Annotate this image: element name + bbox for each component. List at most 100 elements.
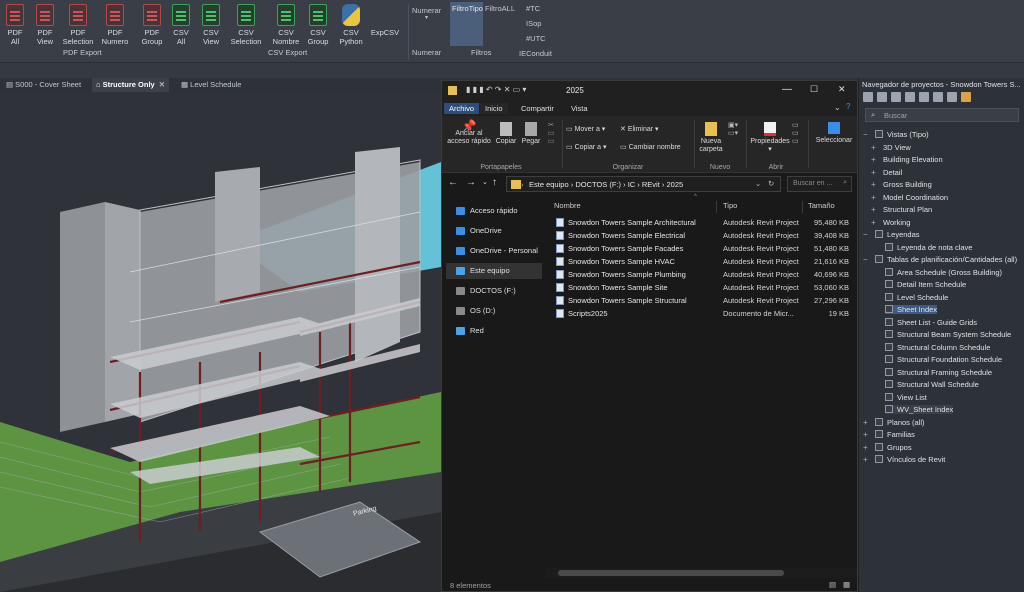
tree-item-detail[interactable]: + Detail <box>871 168 902 177</box>
browser-search-input[interactable]: ⌕ Buscar <box>865 108 1019 122</box>
tree-item-planos-all[interactable]: + Planos (all) <box>863 417 925 427</box>
address-bar[interactable]: › Este equipo › DOCTOS (F:) › IC › REvit… <box>506 176 781 192</box>
tree-item-leyenda-de-nota-clave[interactable]: Leyenda de nota clave <box>885 242 972 252</box>
nav-item-onedrive-personal[interactable]: OneDrive - Personal <box>446 243 542 259</box>
file-row[interactable]: Snowdon Towers Sample Structural Autodesk… <box>550 294 855 307</box>
pin-quick-access-button[interactable]: 📌 Anclar al acceso rápido <box>444 120 494 146</box>
nav-item-red[interactable]: Red <box>446 323 542 339</box>
ribbon-button-csv-view[interactable]: CSV View <box>196 2 226 46</box>
link-icon[interactable] <box>961 92 971 102</box>
tree-item-detail-item-schedule[interactable]: Detail Item Schedule <box>885 280 966 289</box>
tree-item-structural-beam-system-schedule[interactable]: Structural Beam System Schedule <box>885 330 1011 339</box>
tree-item-working[interactable]: + Working <box>871 218 910 227</box>
expand-icon[interactable]: + <box>863 455 868 464</box>
tree-item-area-schedule-gross-building[interactable]: Area Schedule (Gross Building) <box>885 267 1002 277</box>
collapse-icon[interactable]: − <box>863 130 868 139</box>
refresh-icon[interactable]: ↻ <box>768 179 774 188</box>
file-row[interactable]: Snowdon Towers Sample HVAC Autodesk Revit… <box>550 255 855 268</box>
expand-icon[interactable]: + <box>871 193 876 202</box>
large-icons-view-icon[interactable]: ▦ <box>843 580 850 589</box>
expand-icon[interactable]: + <box>863 418 868 427</box>
nav-item-os-d-[interactable]: OS (D:) <box>446 303 542 319</box>
ribbon-button-pdf-all[interactable]: PDF All <box>0 2 30 46</box>
open-icon[interactable]: ▭ ▭ ▭ <box>792 122 799 146</box>
cut-icon[interactable]: ✂ ▭ ▭ <box>546 122 556 146</box>
tree-item-structural-foundation-schedule[interactable]: Structural Foundation Schedule <box>885 355 1002 364</box>
expand-icon[interactable]: + <box>871 143 876 152</box>
tree-item-structural-plan[interactable]: + Structural Plan <box>871 205 932 214</box>
ribbon-button-pdf-numero[interactable]: PDF Numero <box>100 2 130 46</box>
rename-button[interactable]: ▭ Cambiar nombre <box>620 144 681 152</box>
copy-button[interactable]: Copiar <box>494 122 518 146</box>
select-button[interactable]: Seleccionar <box>812 122 856 145</box>
file-row[interactable]: Snowdon Towers Sample Site Autodesk Revit… <box>550 281 855 294</box>
expand-icon[interactable]: + <box>863 443 868 452</box>
tab-inicio[interactable]: Inicio <box>480 103 508 114</box>
tree-item-vistas-tipo[interactable]: − Vistas (Tipo) <box>863 130 929 139</box>
browser-tool-icon[interactable] <box>919 92 929 102</box>
expand-icon[interactable]: + <box>871 155 876 164</box>
browser-tool-icon[interactable] <box>891 92 901 102</box>
breadcrumb-doctos[interactable]: DOCTOS (F:) <box>575 180 621 189</box>
nav-item-doctos-f-[interactable]: DOCTOS (F:) <box>446 283 542 299</box>
file-row[interactable]: Snowdon Towers Sample Electrical Autodesk… <box>550 229 855 242</box>
column-header-name[interactable]: Nombre <box>554 201 581 210</box>
tree-item-grupos[interactable]: + Grupos <box>863 442 912 452</box>
ribbon-button-pdf-group[interactable]: PDF Group <box>137 2 167 46</box>
ribbon-button-pdf-view[interactable]: PDF View <box>30 2 60 46</box>
horizontal-scrollbar[interactable] <box>546 568 857 578</box>
collapse-icon[interactable]: − <box>863 230 868 239</box>
breadcrumb-revit[interactable]: REvit <box>642 180 660 189</box>
help-icon[interactable]: ? <box>846 102 850 111</box>
breadcrumb-este-equipo[interactable]: Este equipo <box>529 180 569 189</box>
expand-icon[interactable]: + <box>863 430 868 439</box>
file-row[interactable]: Snowdon Towers Sample Architectural Autod… <box>550 216 855 229</box>
ribbon-button-csv-python[interactable]: CSV Python <box>336 2 366 46</box>
tab-archivo[interactable]: Archivo <box>444 103 480 114</box>
ribbon-button-csv-group[interactable]: CSV Group <box>303 2 333 46</box>
file-row[interactable]: Snowdon Towers Sample Facades Autodesk Re… <box>550 242 855 255</box>
breadcrumb-ic[interactable]: IC <box>628 180 636 189</box>
tree-item-sheet-list-guide-grids[interactable]: Sheet List - Guide Grids <box>885 317 977 327</box>
chevron-down-icon[interactable]: ▾ <box>425 14 428 21</box>
tab-structure-only[interactable]: ⌂ Structure Only ✕ <box>92 78 170 92</box>
tree-item-view-list[interactable]: View List <box>885 392 927 402</box>
browser-tool-icon[interactable] <box>905 92 915 102</box>
new-folder-button[interactable]: Nueva carpeta <box>696 122 726 154</box>
maximize-button[interactable]: ☐ <box>810 84 818 95</box>
tree-item-wv-sheet-index[interactable]: WV_Sheet Index <box>885 405 954 414</box>
column-divider[interactable] <box>802 201 803 213</box>
tree-item-structural-wall-schedule[interactable]: Structural Wall Schedule <box>885 380 979 389</box>
nav-item-este-equipo[interactable]: Este equipo <box>446 263 542 279</box>
column-divider[interactable] <box>716 201 717 213</box>
tree-item-building-elevation[interactable]: + Building Elevation <box>871 155 943 164</box>
filtro-tipo-button[interactable]: FiltroTipo <box>452 4 483 13</box>
ribbon-button-csv-all[interactable]: CSV All <box>166 2 196 46</box>
chevron-down-icon[interactable]: ⌄ <box>755 179 761 188</box>
quick-access-toolbar[interactable]: ▮ ▮ ▮ ↶ ↷ ✕ ▭ ▾ <box>466 85 526 94</box>
delete-button[interactable]: ✕ Eliminar ▾ <box>620 126 659 134</box>
tree-item-structural-column-schedule[interactable]: Structural Column Schedule <box>885 342 990 352</box>
minimize-button[interactable]: — <box>782 84 792 95</box>
chevron-down-icon[interactable]: ⌄ <box>834 103 841 112</box>
tree-item-level-schedule[interactable]: Level Schedule <box>885 292 948 302</box>
filter-item-tc[interactable]: #TC <box>526 4 540 13</box>
column-header-size[interactable]: Tamaño <box>808 201 835 210</box>
new-item-icon[interactable]: ▣▾ ▭▾ <box>728 122 738 138</box>
back-arrow-icon[interactable]: ← <box>448 177 458 188</box>
scrollbar-thumb[interactable] <box>558 570 784 576</box>
tree-item-structural-framing-schedule[interactable]: Structural Framing Schedule <box>885 367 992 377</box>
tab-cover-sheet[interactable]: ▤ S000 - Cover Sheet <box>2 78 85 92</box>
nav-item-onedrive[interactable]: OneDrive <box>446 223 542 239</box>
close-button[interactable]: ✕ <box>838 84 846 95</box>
browser-tool-icon[interactable] <box>863 92 873 102</box>
explorer-search-input[interactable]: Buscar en ... ⌕ <box>787 176 852 192</box>
ribbon-button-csv-nombre[interactable]: CSV Nombre <box>268 2 304 46</box>
column-header-type[interactable]: Tipo <box>723 201 737 210</box>
copy-to-button[interactable]: ▭ Copiar a ▾ <box>566 144 607 152</box>
ribbon-button-csv-selection[interactable]: CSV Selection <box>228 2 264 46</box>
details-view-icon[interactable]: ▤ <box>829 580 836 589</box>
close-icon[interactable]: ✕ <box>159 80 165 89</box>
3d-model-view[interactable]: Parking <box>0 92 441 592</box>
recent-dropdown-icon[interactable]: ⌄ <box>482 178 488 186</box>
